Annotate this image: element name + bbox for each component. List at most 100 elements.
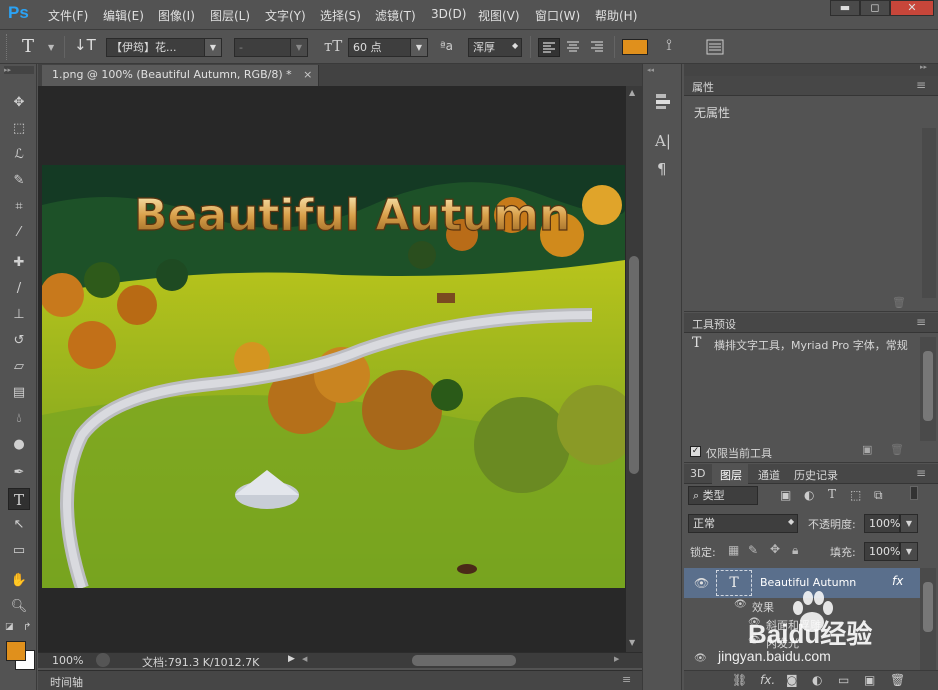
zoom-level[interactable]: 100% <box>52 654 83 667</box>
visibility-eye-icon[interactable]: 👁︎ <box>694 653 707 664</box>
layer-row[interactable]: 👁︎ T Beautiful Autumn fx <box>684 568 920 598</box>
preset-item[interactable]: 横排文字工具，Myriad Pro 字体，常规 <box>714 337 920 353</box>
effects-row[interactable]: 👁︎ 效果 <box>684 598 920 616</box>
menu-type[interactable]: 文字(Y) <box>265 7 306 24</box>
menu-edit[interactable]: 编辑(E) <box>103 7 144 24</box>
fx-icon[interactable]: fx <box>892 574 903 588</box>
collapse-icon[interactable]: ▸▸ <box>4 66 34 74</box>
gradient-tool-icon[interactable]: ▤ <box>8 382 30 404</box>
scroll-up-icon[interactable]: ▲ <box>629 88 635 97</box>
menu-help[interactable]: 帮助(H) <box>595 7 637 24</box>
timeline-panel[interactable]: 时间轴 ≡ <box>38 670 642 690</box>
brush-tool-icon[interactable]: / <box>8 278 30 300</box>
filter-adjustment-icon[interactable]: ◐ <box>804 488 814 502</box>
close-button[interactable]: ✕ <box>890 0 934 16</box>
dodge-tool-icon[interactable]: ● <box>8 434 30 456</box>
eraser-tool-icon[interactable]: ▱ <box>8 356 30 378</box>
menu-file[interactable]: 文件(F) <box>48 7 88 24</box>
opacity-input[interactable]: 100% <box>864 514 900 533</box>
visibility-eye-icon[interactable]: 👁︎ <box>748 617 761 628</box>
history-brush-icon[interactable]: ↺ <box>8 330 30 352</box>
trash-icon[interactable]: 🗑︎ <box>890 443 904 456</box>
shape-tool-icon[interactable]: ▭ <box>8 540 30 562</box>
horizontal-scrollbar-thumb[interactable] <box>412 655 516 666</box>
tab-channels[interactable]: 通道 <box>758 467 780 483</box>
lock-all-icon[interactable]: 🔒︎ <box>792 543 798 558</box>
visibility-eye-icon[interactable]: 👁︎ <box>748 635 761 646</box>
add-mask-icon[interactable]: ◙ <box>786 673 798 687</box>
adjustment-layer-icon[interactable]: ◐ <box>812 673 822 687</box>
healing-brush-icon[interactable]: ✚ <box>8 252 30 274</box>
font-family-select[interactable]: 【伊筠】花... <box>106 38 206 57</box>
menu-layer[interactable]: 图层(L) <box>210 7 250 24</box>
preset-scrollbar[interactable] <box>920 337 936 441</box>
new-group-icon[interactable]: ▭ <box>838 673 849 687</box>
canvas-image[interactable]: Beautiful Autumn <box>42 165 625 588</box>
scroll-down-icon[interactable]: ▼ <box>629 638 635 647</box>
stamp-tool-icon[interactable]: ⊥ <box>8 304 30 326</box>
text-color-swatch[interactable] <box>622 39 648 55</box>
trash-icon[interactable]: 🗑︎ <box>890 673 905 687</box>
effect-bevel-row[interactable]: 👁︎ 斜面和浮雕 <box>684 616 920 634</box>
character-panel-icon[interactable]: A| <box>655 132 671 150</box>
zoom-tool-icon[interactable]: 🔍︎ <box>8 596 30 618</box>
blur-tool-icon[interactable]: 💧︎ <box>8 408 30 430</box>
filter-smart-object-icon[interactable]: ⧉ <box>874 488 883 503</box>
lock-transparency-icon[interactable]: ▦ <box>728 543 739 557</box>
lock-position-icon[interactable]: ✥ <box>770 542 780 556</box>
text-orientation-icon[interactable]: ↓T <box>74 36 96 54</box>
scrollbar-thumb[interactable] <box>923 582 933 632</box>
effect-inner-glow-row[interactable]: 👁︎ 内发光 <box>684 634 920 652</box>
filter-type-icon[interactable]: T <box>828 487 836 501</box>
fill-input[interactable]: 100% <box>864 542 900 561</box>
panel-menu-icon[interactable]: ≡ <box>916 315 926 329</box>
path-select-tool-icon[interactable]: ↖ <box>8 514 30 536</box>
maximize-button[interactable]: ◻ <box>860 0 890 16</box>
tool-presets-tab[interactable]: 工具预设 <box>692 316 736 332</box>
layers-scrollbar[interactable] <box>920 568 936 670</box>
hand-tool-icon[interactable]: ✋ <box>8 570 30 592</box>
align-center-button[interactable] <box>563 38 585 57</box>
properties-scrollbar[interactable] <box>922 128 936 298</box>
lock-pixels-icon[interactable]: ✎ <box>748 543 758 557</box>
menu-view[interactable]: 视图(V) <box>478 7 520 24</box>
collapse-icon[interactable]: ◂◂ <box>647 66 679 74</box>
pen-tool-icon[interactable]: ✒ <box>8 462 30 484</box>
panel-menu-icon[interactable]: ≡ <box>622 673 631 686</box>
character-panel-button[interactable] <box>706 38 724 56</box>
font-style-select[interactable]: - <box>234 38 294 57</box>
menu-3d[interactable]: 3D(D) <box>431 7 466 21</box>
lasso-tool-icon[interactable]: ℒ <box>8 144 30 166</box>
visibility-eye-icon[interactable]: 👁︎ <box>694 576 709 590</box>
move-tool-icon[interactable]: ✥ <box>8 92 30 114</box>
type-tool-icon[interactable]: T <box>8 488 30 510</box>
tab-history[interactable]: 历史记录 <box>794 467 838 483</box>
scroll-left-icon[interactable]: ◀ <box>302 655 307 663</box>
new-preset-icon[interactable]: ▣ <box>862 443 872 456</box>
layer-name[interactable]: Beautiful Autumn <box>760 576 856 589</box>
filter-pixel-icon[interactable]: ▣ <box>780 488 791 502</box>
properties-tab[interactable]: 属性 <box>692 79 714 95</box>
align-right-button[interactable] <box>587 38 609 57</box>
filter-shape-icon[interactable]: ⬚ <box>850 488 861 502</box>
vertical-scrollbar[interactable]: ▲ ▼ <box>626 86 642 652</box>
foreground-color-swatch[interactable] <box>6 641 26 661</box>
crop-tool-icon[interactable]: ⌗ <box>8 196 30 218</box>
chevron-down-icon[interactable]: ▼ <box>48 43 54 52</box>
add-style-icon[interactable]: fx. <box>760 673 775 687</box>
panel-menu-icon[interactable]: ≡ <box>916 78 926 92</box>
text-tool-icon[interactable]: T <box>22 36 34 57</box>
menu-window[interactable]: 窗口(W) <box>535 7 580 24</box>
menu-filter[interactable]: 滤镜(T) <box>375 7 416 24</box>
chevron-down-icon[interactable]: ▼ <box>900 514 918 533</box>
paragraph-panel-icon[interactable]: ¶ <box>657 160 667 178</box>
font-size-input[interactable]: 60 点 <box>348 38 412 57</box>
tab-layers[interactable]: 图层 <box>720 467 742 483</box>
chevron-down-icon[interactable]: ▼ <box>290 38 308 57</box>
scrollbar-thumb[interactable] <box>923 351 933 421</box>
align-left-button[interactable] <box>538 38 560 57</box>
blend-mode-select[interactable]: 正常 <box>688 514 798 533</box>
link-layers-icon[interactable]: ⛓︎ <box>732 673 747 687</box>
scroll-right-icon[interactable]: ▶ <box>614 655 619 663</box>
menu-select[interactable]: 选择(S) <box>320 7 361 24</box>
